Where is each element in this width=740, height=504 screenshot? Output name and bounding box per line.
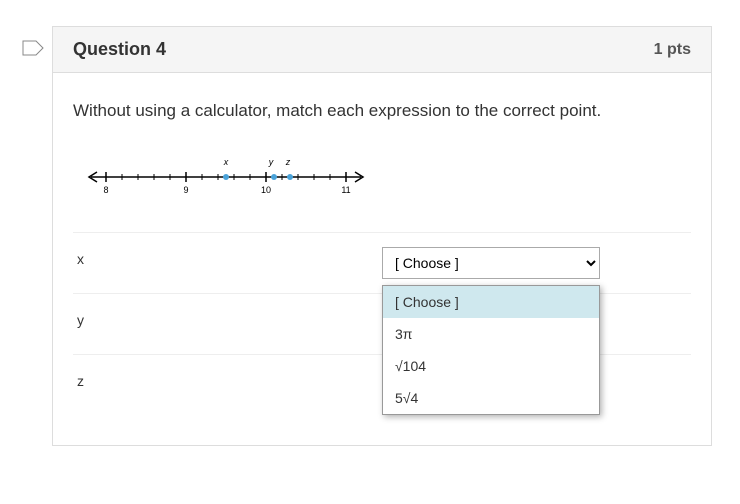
match-label-x: x (77, 247, 382, 267)
tag-icon (22, 40, 44, 56)
dropdown-option-sqrt104[interactable]: √104 (383, 350, 599, 382)
point-label-x: x (223, 157, 229, 167)
tick-10: 10 (261, 185, 271, 195)
question-title: Question 4 (73, 39, 166, 60)
question-points: 1 pts (654, 41, 691, 59)
tick-9: 9 (183, 185, 188, 195)
question-body: Without using a calculator, match each e… (53, 73, 711, 445)
match-label-z: z (77, 369, 382, 389)
tick-11: 11 (341, 185, 350, 195)
dropdown-option-5sqrt4[interactable]: 5√4 (383, 382, 599, 414)
number-line-image: 8 9 10 11 x y z (81, 149, 371, 197)
dropdown-option-3pi[interactable]: 3π (383, 318, 599, 350)
select-x[interactable]: [ Choose ] (382, 247, 600, 279)
match-label-y: y (77, 308, 382, 328)
question-header: Question 4 1 pts (53, 27, 711, 73)
dropdown-option-choose[interactable]: [ Choose ] (383, 286, 599, 318)
dropdown-panel: [ Choose ] 3π √104 5√4 (382, 285, 600, 415)
select-container-x: [ Choose ] [ Choose ] 3π √104 5√4 (382, 247, 687, 279)
point-label-y: y (268, 157, 274, 167)
match-table: x [ Choose ] [ Choose ] 3π √104 5√4 y (73, 232, 691, 415)
tick-8: 8 (103, 185, 108, 195)
match-row-x: x [ Choose ] [ Choose ] 3π √104 5√4 (73, 232, 691, 293)
point-label-z: z (285, 157, 291, 167)
prompt-text: Without using a calculator, match each e… (73, 101, 691, 121)
question-card: Question 4 1 pts Without using a calcula… (52, 26, 712, 446)
